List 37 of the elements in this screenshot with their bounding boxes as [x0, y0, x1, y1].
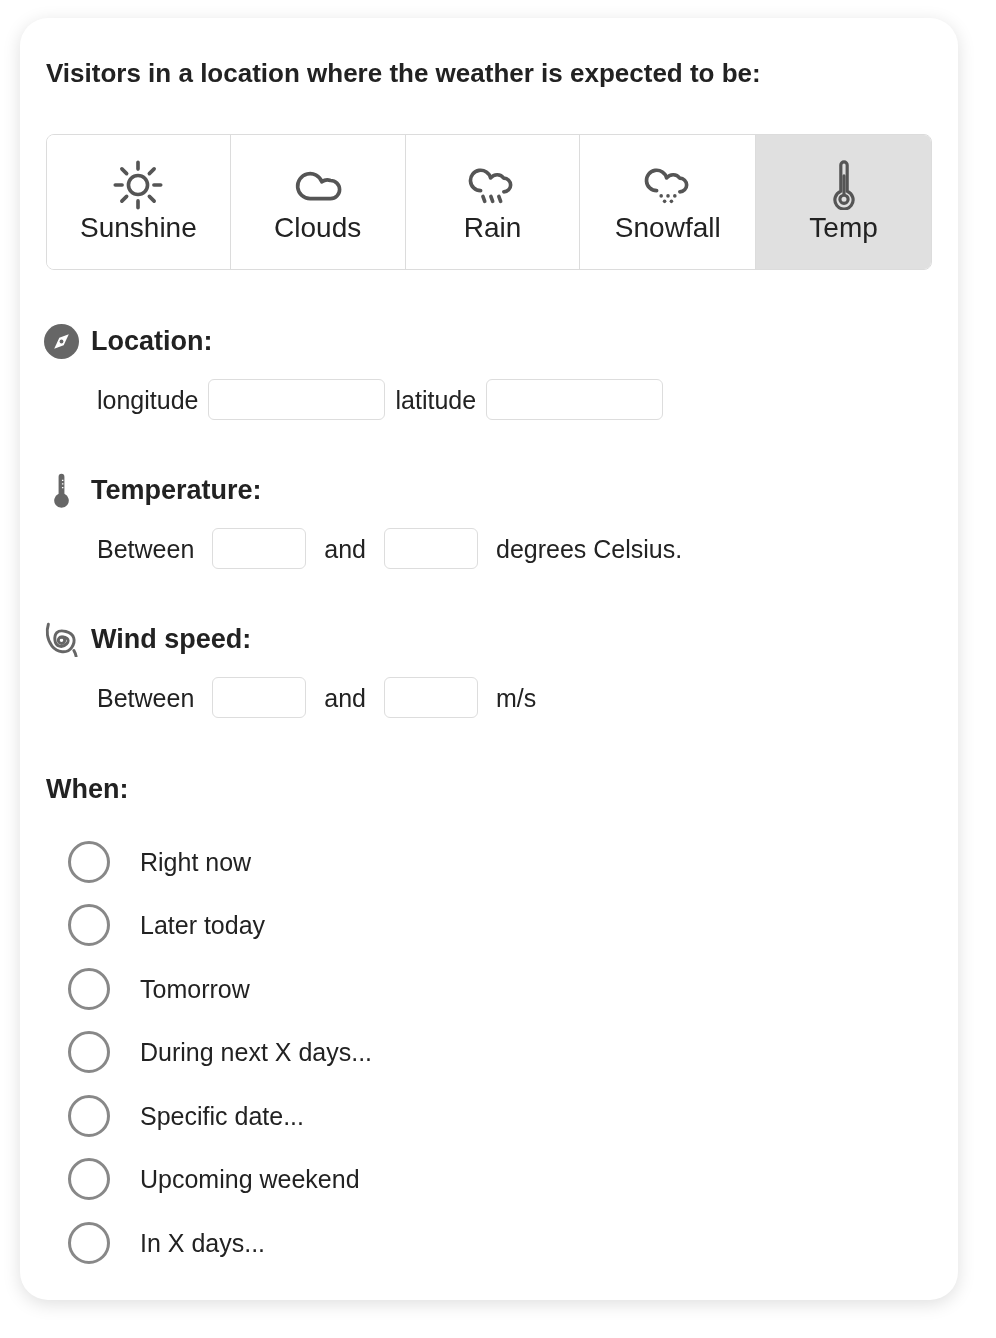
option-label: Later today	[140, 910, 266, 941]
form-heading: Visitors in a location where the weather is expected to be:	[46, 57, 762, 90]
spiral-icon	[44, 621, 79, 657]
section-title: Location:	[91, 325, 213, 358]
radio-button[interactable]	[68, 840, 110, 883]
input-field[interactable]	[212, 528, 307, 569]
field-label: and	[324, 533, 366, 564]
radio-button[interactable]	[68, 967, 110, 1010]
field-label: Between	[97, 682, 195, 713]
option-label: During next X days...	[140, 1037, 373, 1068]
input-field[interactable]	[208, 379, 386, 420]
option-label: Right now	[140, 846, 252, 877]
section-title: Wind speed:	[91, 623, 252, 656]
radio-button[interactable]	[68, 1031, 110, 1074]
sun-icon	[113, 160, 164, 210]
input-field[interactable]	[384, 528, 478, 569]
radio-button[interactable]	[68, 1094, 110, 1137]
section-title: When:	[46, 773, 130, 806]
field-label: degrees Celsius.	[496, 533, 683, 564]
option-label: In X days...	[140, 1227, 266, 1258]
option-label: Specific date...	[140, 1100, 304, 1131]
radio-button[interactable]	[68, 904, 110, 947]
field-label: latitude	[395, 384, 477, 415]
section-title: Temperature:	[91, 474, 262, 507]
radio-button[interactable]	[68, 1158, 110, 1201]
field-label: Between	[97, 533, 195, 564]
field-label: and	[324, 682, 366, 713]
weather-tab[interactable]: Temp	[755, 135, 931, 269]
option-label: Upcoming weekend	[140, 1164, 360, 1195]
input-field[interactable]	[486, 379, 664, 420]
compass-icon	[44, 323, 79, 359]
input-field[interactable]	[212, 677, 307, 718]
field-label: m/s	[496, 682, 537, 713]
radio-button[interactable]	[68, 1221, 110, 1264]
field-label: longitude	[97, 384, 199, 415]
input-field[interactable]	[384, 677, 478, 718]
option-label: Tomorrow	[140, 973, 250, 1004]
